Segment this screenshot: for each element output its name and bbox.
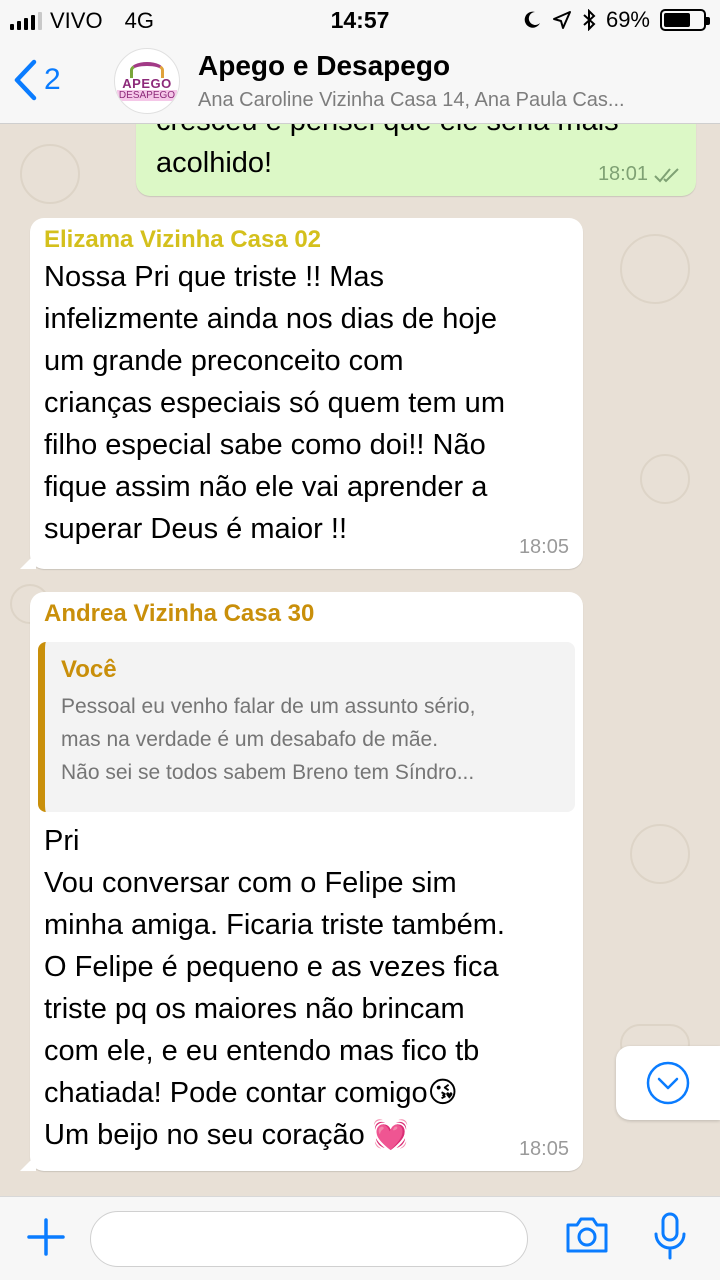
microphone-button[interactable]	[652, 1211, 688, 1268]
status-icons: 69%	[522, 7, 710, 33]
message-meta: 18:01	[598, 163, 682, 186]
status-bar: VIVO 4G 14:57 69%	[0, 0, 720, 40]
double-check-icon	[654, 167, 679, 182]
microphone-icon	[654, 1212, 686, 1260]
quoted-message[interactable]: Você Pessoal eu venho falar de um assunt…	[38, 642, 575, 812]
composer-bar	[0, 1196, 720, 1280]
message-time: 18:05	[518, 536, 569, 558]
do-not-disturb-icon	[524, 11, 540, 28]
back-button[interactable]: 2	[12, 58, 61, 102]
wallpaper-doodle	[630, 824, 690, 884]
attach-button[interactable]	[26, 1217, 66, 1262]
wallpaper-doodle	[620, 234, 690, 304]
chat-participants[interactable]: Ana Caroline Vizinha Casa 14, Ana Paula …	[198, 89, 703, 112]
bluetooth-icon	[583, 9, 596, 31]
message-meta: 18:05	[519, 1138, 569, 1161]
avatar-logo-bottom: DESAPEGO	[116, 89, 178, 101]
bubble-tail	[20, 553, 36, 569]
message-sender[interactable]: Andrea Vizinha Casa 30	[44, 600, 569, 628]
camera-button[interactable]	[564, 1215, 610, 1260]
wallpaper-doodle	[20, 144, 80, 204]
chevron-down-circle-icon	[646, 1061, 690, 1105]
chat-header: 2 APEGO DESAPEGO Apego e Desapego Ana Ca…	[0, 40, 720, 124]
message-sender[interactable]: Elizama Vizinha Casa 02	[44, 226, 569, 254]
message-list[interactable]: cresceu e pensei que ele seria mais acol…	[0, 124, 720, 1196]
battery-icon	[660, 9, 710, 31]
quoted-author: Você	[61, 656, 117, 683]
avatar-logo-top: APEGO	[122, 75, 172, 91]
message-text: Pri Vou conversar com o Felipe sim minha…	[44, 825, 505, 1151]
plus-icon	[27, 1218, 65, 1256]
message-bubble-outgoing[interactable]: cresceu e pensei que ele seria mais acol…	[136, 124, 696, 196]
bubble-tail	[20, 1155, 36, 1171]
location-arrow-icon	[552, 11, 571, 29]
message-meta: 18:05	[519, 536, 569, 559]
quoted-text-line: mas na verdade é um desabafo de mãe.	[61, 728, 439, 751]
message-bubble-incoming[interactable]: Elizama Vizinha Casa 02 Nossa Pri que tr…	[20, 218, 583, 569]
message-bubble-incoming[interactable]: Andrea Vizinha Casa 30 Você Pessoal eu v…	[20, 592, 583, 1171]
wallpaper-doodle	[640, 454, 690, 504]
battery-fill	[664, 13, 690, 27]
scroll-to-bottom-button[interactable]	[616, 1046, 720, 1120]
quoted-text-line: Pessoal eu venho falar de um assunto sér…	[61, 695, 476, 718]
message-time: 18:05	[518, 1138, 569, 1160]
battery-percentage: 69%	[605, 7, 650, 32]
message-time: 18:01	[597, 163, 648, 185]
message-input[interactable]	[90, 1211, 528, 1267]
chat-title[interactable]: Apego e Desapego	[198, 50, 450, 82]
camera-icon	[566, 1217, 608, 1253]
chevron-left-icon	[14, 59, 37, 101]
quoted-text-line: Não sei se todos sabem Breno tem Síndro.…	[61, 761, 475, 784]
group-avatar[interactable]: APEGO DESAPEGO	[114, 48, 180, 114]
message-text: Nossa Pri que triste !! Mas infelizmente…	[44, 261, 505, 545]
unread-chats-count: 2	[44, 63, 61, 96]
